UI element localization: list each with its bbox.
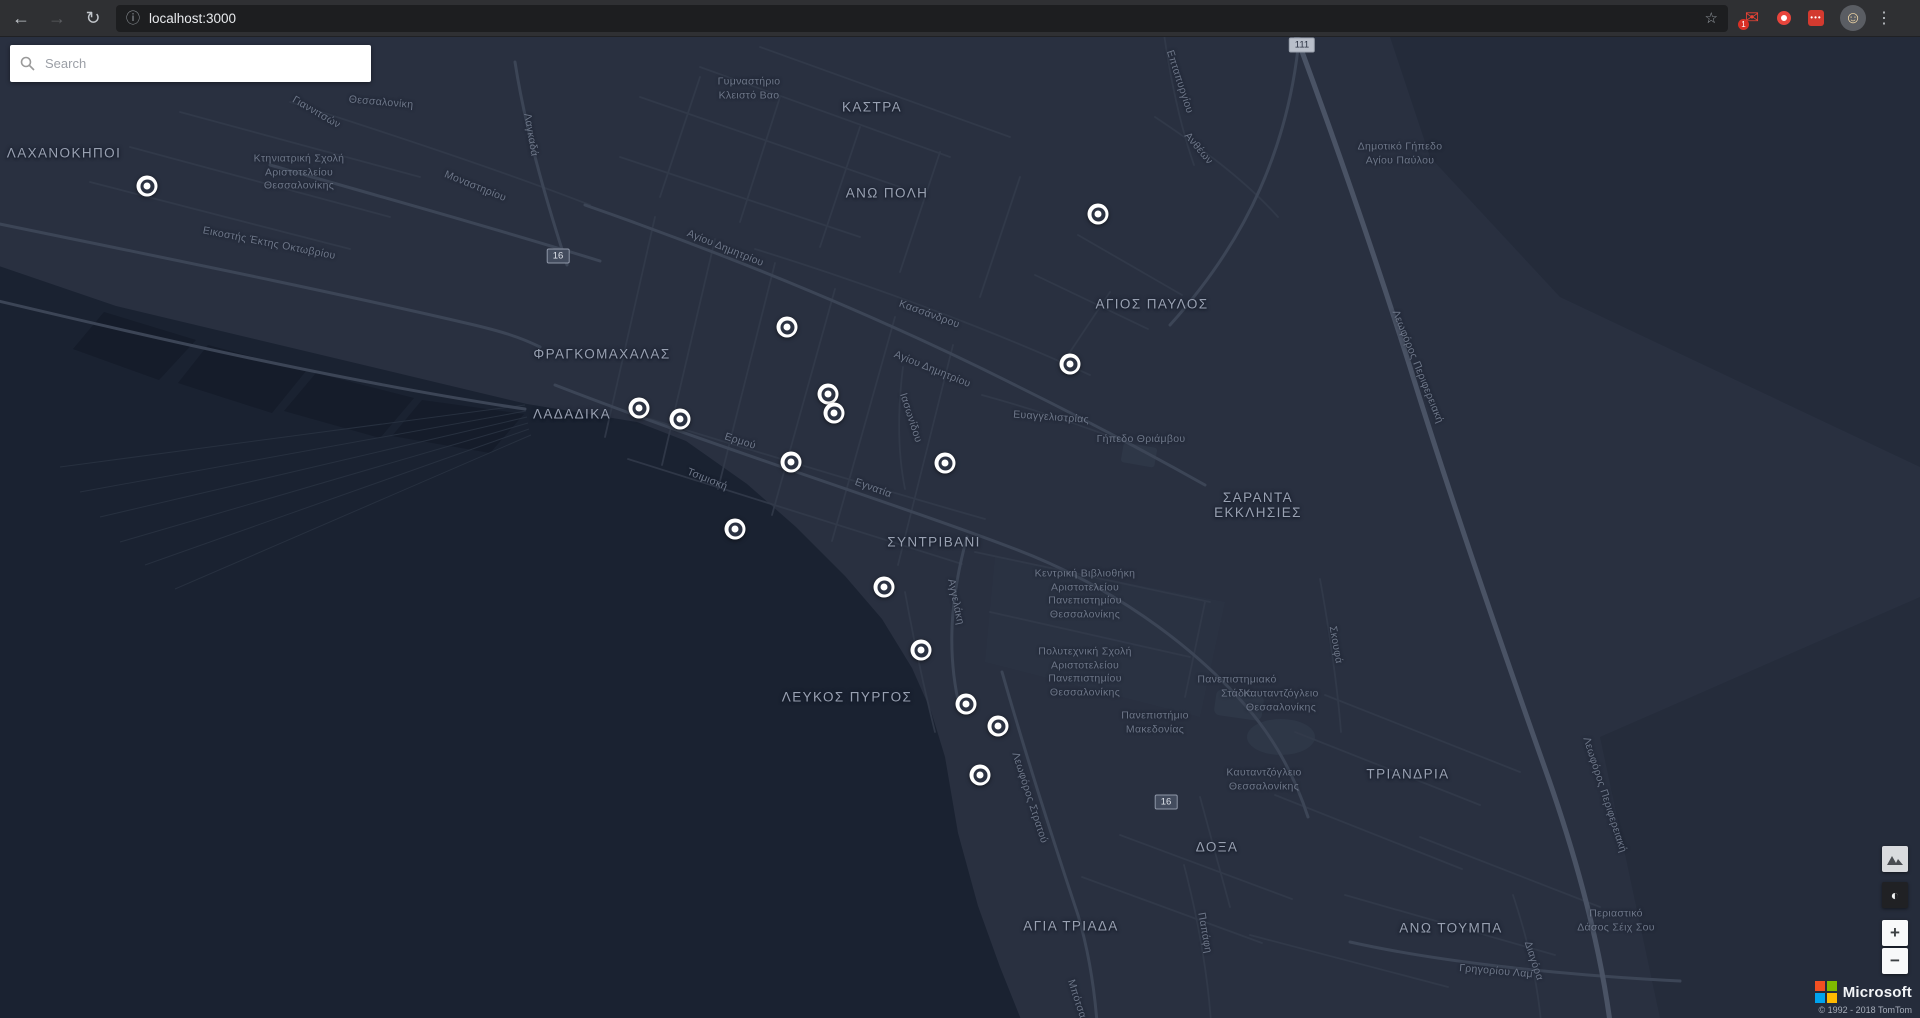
map-copyright: © 1992 - 2018 TomTom <box>1818 1005 1912 1015</box>
map-marker[interactable] <box>934 452 956 474</box>
browser-menu-button[interactable]: ⋮ <box>1872 6 1896 30</box>
map-attribution: Microsoft © 1992 - 2018 TomTom <box>1814 981 1912 1015</box>
map-marker[interactable] <box>776 316 798 338</box>
zoom-in-button[interactable]: + <box>1882 920 1908 946</box>
search-icon <box>20 56 35 71</box>
map-marker[interactable] <box>823 402 845 424</box>
map-marker[interactable] <box>669 408 691 430</box>
adblock-extension-icon[interactable] <box>1774 8 1794 28</box>
terrain-button[interactable] <box>1882 846 1908 872</box>
extensions-area: ✉ 1 ••• <box>1738 8 1826 30</box>
map-marker[interactable] <box>628 397 650 419</box>
map-marker[interactable] <box>724 518 746 540</box>
dots-icon: ••• <box>1808 10 1824 26</box>
zoom-out-button[interactable]: − <box>1882 948 1908 974</box>
terrain-icon <box>1887 856 1903 865</box>
browser-toolbar: ← → ↻ ⓘ localhost:3000 ☆ ✉ 1 ••• ☺ ⋮ <box>0 0 1920 37</box>
search-input[interactable] <box>45 56 361 71</box>
map-marker[interactable] <box>1059 353 1081 375</box>
map-marker[interactable] <box>955 693 977 715</box>
mail-badge: 1 <box>1738 19 1749 30</box>
microsoft-brand-text: Microsoft <box>1842 983 1912 1001</box>
page-info-icon[interactable]: ⓘ <box>126 8 140 28</box>
map-container[interactable]: ΛΑΧΑΝΟΚΗΠΟΙ ΚΑΣΤΡΑ ΑΝΩ ΠΟΛΗ ΑΓΙΟΣ ΠΑΥΛΟΣ ΦΡΑ… <box>0 37 1920 1018</box>
bookmark-star-icon[interactable]: ☆ <box>1705 9 1718 27</box>
url-text[interactable]: localhost:3000 <box>149 11 1705 26</box>
map-style-button[interactable]: ◐ <box>1882 882 1908 908</box>
forward-button[interactable]: → <box>42 3 72 33</box>
microsoft-logo-icon <box>1814 981 1837 1003</box>
password-extension-icon[interactable]: ••• <box>1806 8 1826 28</box>
map-search-box <box>10 45 371 82</box>
map-marker[interactable] <box>1087 203 1109 225</box>
map-marker[interactable] <box>987 715 1009 737</box>
reload-button[interactable]: ↻ <box>78 3 108 33</box>
mail-extension-icon[interactable]: ✉ 1 <box>1738 8 1762 30</box>
map-marker[interactable] <box>910 639 932 661</box>
map-marker[interactable] <box>969 764 991 786</box>
map-marker[interactable] <box>873 576 895 598</box>
map-marker[interactable] <box>817 383 839 405</box>
map-markers-layer <box>0 37 1920 1018</box>
map-marker[interactable] <box>780 451 802 473</box>
back-button[interactable]: ← <box>6 3 36 33</box>
address-bar[interactable]: ⓘ localhost:3000 ☆ <box>116 4 1728 32</box>
profile-avatar[interactable]: ☺ <box>1840 5 1866 31</box>
red-circle-icon <box>1777 11 1791 25</box>
map-marker[interactable] <box>136 175 158 197</box>
